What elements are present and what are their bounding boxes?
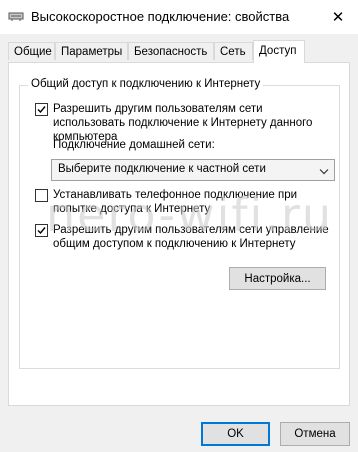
home-network-label: Подключение домашней сети: — [53, 139, 215, 151]
network-connection-icon — [8, 10, 24, 22]
tab-parameters[interactable]: Параметры — [55, 42, 128, 60]
ok-button[interactable]: OK — [201, 422, 270, 446]
tab-security[interactable]: Безопасность — [128, 42, 214, 60]
window-title: Высокоскоростное подключение: свойства — [31, 9, 290, 24]
share-connection-checkbox[interactable] — [35, 103, 48, 116]
group-title: Общий доступ к подключению к Интернету — [28, 78, 264, 90]
tab-sharing[interactable]: Доступ — [253, 40, 305, 63]
allow-control-checkbox[interactable] — [35, 224, 48, 237]
allow-control-label: Разрешить другим пользователям сети упра… — [53, 224, 329, 250]
dial-connection-label: Устанавливать телефонное подключение при… — [53, 189, 298, 215]
tab-panel-sharing: Общий доступ к подключению к Интернету Р… — [8, 62, 350, 406]
tab-network[interactable]: Сеть — [214, 42, 253, 60]
title-bar: Высокоскоростное подключение: свойства ✕ — [0, 0, 358, 34]
dial-connection-checkbox[interactable] — [35, 189, 48, 202]
home-network-selected: Выберите подключение к частной сети — [58, 163, 266, 175]
share-connection-label: Разрешить другим пользователям сети испо… — [53, 103, 313, 143]
settings-button[interactable]: Настройка... — [229, 267, 326, 290]
close-icon[interactable]: ✕ — [318, 0, 358, 34]
cancel-button[interactable]: Отмена — [280, 422, 350, 446]
chevron-down-icon — [319, 166, 329, 178]
tab-general[interactable]: Общие — [8, 42, 55, 60]
home-network-select[interactable]: Выберите подключение к частной сети — [51, 159, 335, 181]
